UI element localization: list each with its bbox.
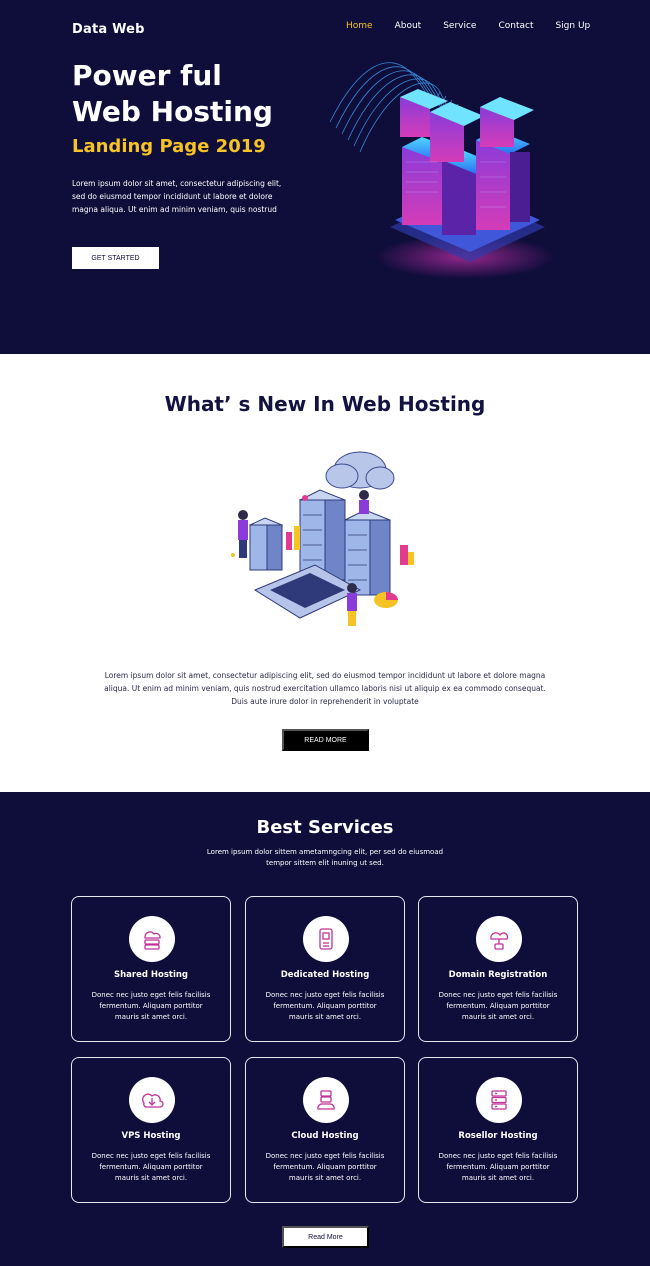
service-card-vps-hosting[interactable]: VPS Hosting Donec nec justo eget felis f… <box>71 1057 231 1203</box>
services-title: Best Services <box>256 817 394 838</box>
nav-contact[interactable]: Contact <box>498 21 533 31</box>
service-card-text: Donec nec justo eget felis facilisis fer… <box>438 1152 558 1182</box>
hosting-isometric-illustration <box>231 451 414 626</box>
hero-text: Lorem ipsum dolor sit amet, consectetur … <box>72 179 282 214</box>
hero-title-line1: Power ful <box>72 59 222 92</box>
service-card-domain-registration[interactable]: Domain Registration Donec nec justo eget… <box>418 896 578 1042</box>
hero-title-line2: Web Hosting <box>72 95 273 128</box>
server-cloud-icon <box>129 916 175 962</box>
service-card-cloud-hosting[interactable]: Cloud Hosting Donec nec justo eget felis… <box>245 1057 405 1203</box>
service-card-title: VPS Hosting <box>121 1131 181 1141</box>
service-card-text: Donec nec justo eget felis facilisis fer… <box>91 1152 211 1182</box>
hero-subtitle: Landing Page 2019 <box>72 136 266 157</box>
whats-new-text: Lorem ipsum dolor sit amet, consectetur … <box>104 671 546 706</box>
service-card-title: Dedicated Hosting <box>280 970 370 980</box>
service-card-shared-hosting[interactable]: Shared Hosting Donec nec justo eget feli… <box>71 896 231 1042</box>
service-card-title: Cloud Hosting <box>291 1131 359 1141</box>
server-stack-illustration <box>329 62 555 279</box>
nav-service[interactable]: Service <box>443 21 476 31</box>
service-card-title: Shared Hosting <box>113 970 189 980</box>
service-card-text: Donec nec justo eget felis facilisis fer… <box>265 1152 385 1182</box>
nav-home[interactable]: Home <box>346 21 373 31</box>
service-card-title: Domain Registration <box>448 970 548 980</box>
reseller-server-icon <box>476 1077 522 1123</box>
cloud-server-icon <box>303 1077 349 1123</box>
services-description: Lorem ipsum dolor sittem ametamngcing el… <box>206 848 444 867</box>
dedicated-server-icon <box>303 916 349 962</box>
services-read-more-button[interactable]: Read More <box>282 1226 369 1248</box>
whats-new-section: What’ s New In Web Hosting Lorem ipsum d… <box>0 354 650 792</box>
hero-title: Power ful Web Hosting <box>72 58 312 130</box>
service-card-dedicated-hosting[interactable]: Dedicated Hosting Donec nec justo eget f… <box>245 896 405 1042</box>
service-card-title: Rosellor Hosting <box>458 1131 538 1141</box>
domain-cloud-icon <box>476 916 522 962</box>
brand-logo[interactable]: Data Web <box>72 22 145 37</box>
service-card-text: Donec nec justo eget felis facilisis fer… <box>438 991 558 1021</box>
hero-section: Data Web Home About Service Contact Sign… <box>0 0 650 354</box>
main-nav: Home About Service Contact Sign Up <box>346 21 612 31</box>
cloud-download-icon <box>129 1077 175 1123</box>
whats-new-title: What’ s New In Web Hosting <box>164 392 486 416</box>
services-section: Best Services Lorem ipsum dolor sittem a… <box>0 792 650 1266</box>
nav-about[interactable]: About <box>395 21 422 31</box>
service-card-text: Donec nec justo eget felis facilisis fer… <box>91 991 211 1021</box>
read-more-button[interactable]: READ MORE <box>282 729 369 751</box>
service-card-reseller-hosting[interactable]: Rosellor Hosting Donec nec justo eget fe… <box>418 1057 578 1203</box>
get-started-button[interactable]: GET STARTED <box>72 247 159 269</box>
service-card-text: Donec nec justo eget felis facilisis fer… <box>265 991 385 1021</box>
nav-sign-up[interactable]: Sign Up <box>555 21 590 31</box>
